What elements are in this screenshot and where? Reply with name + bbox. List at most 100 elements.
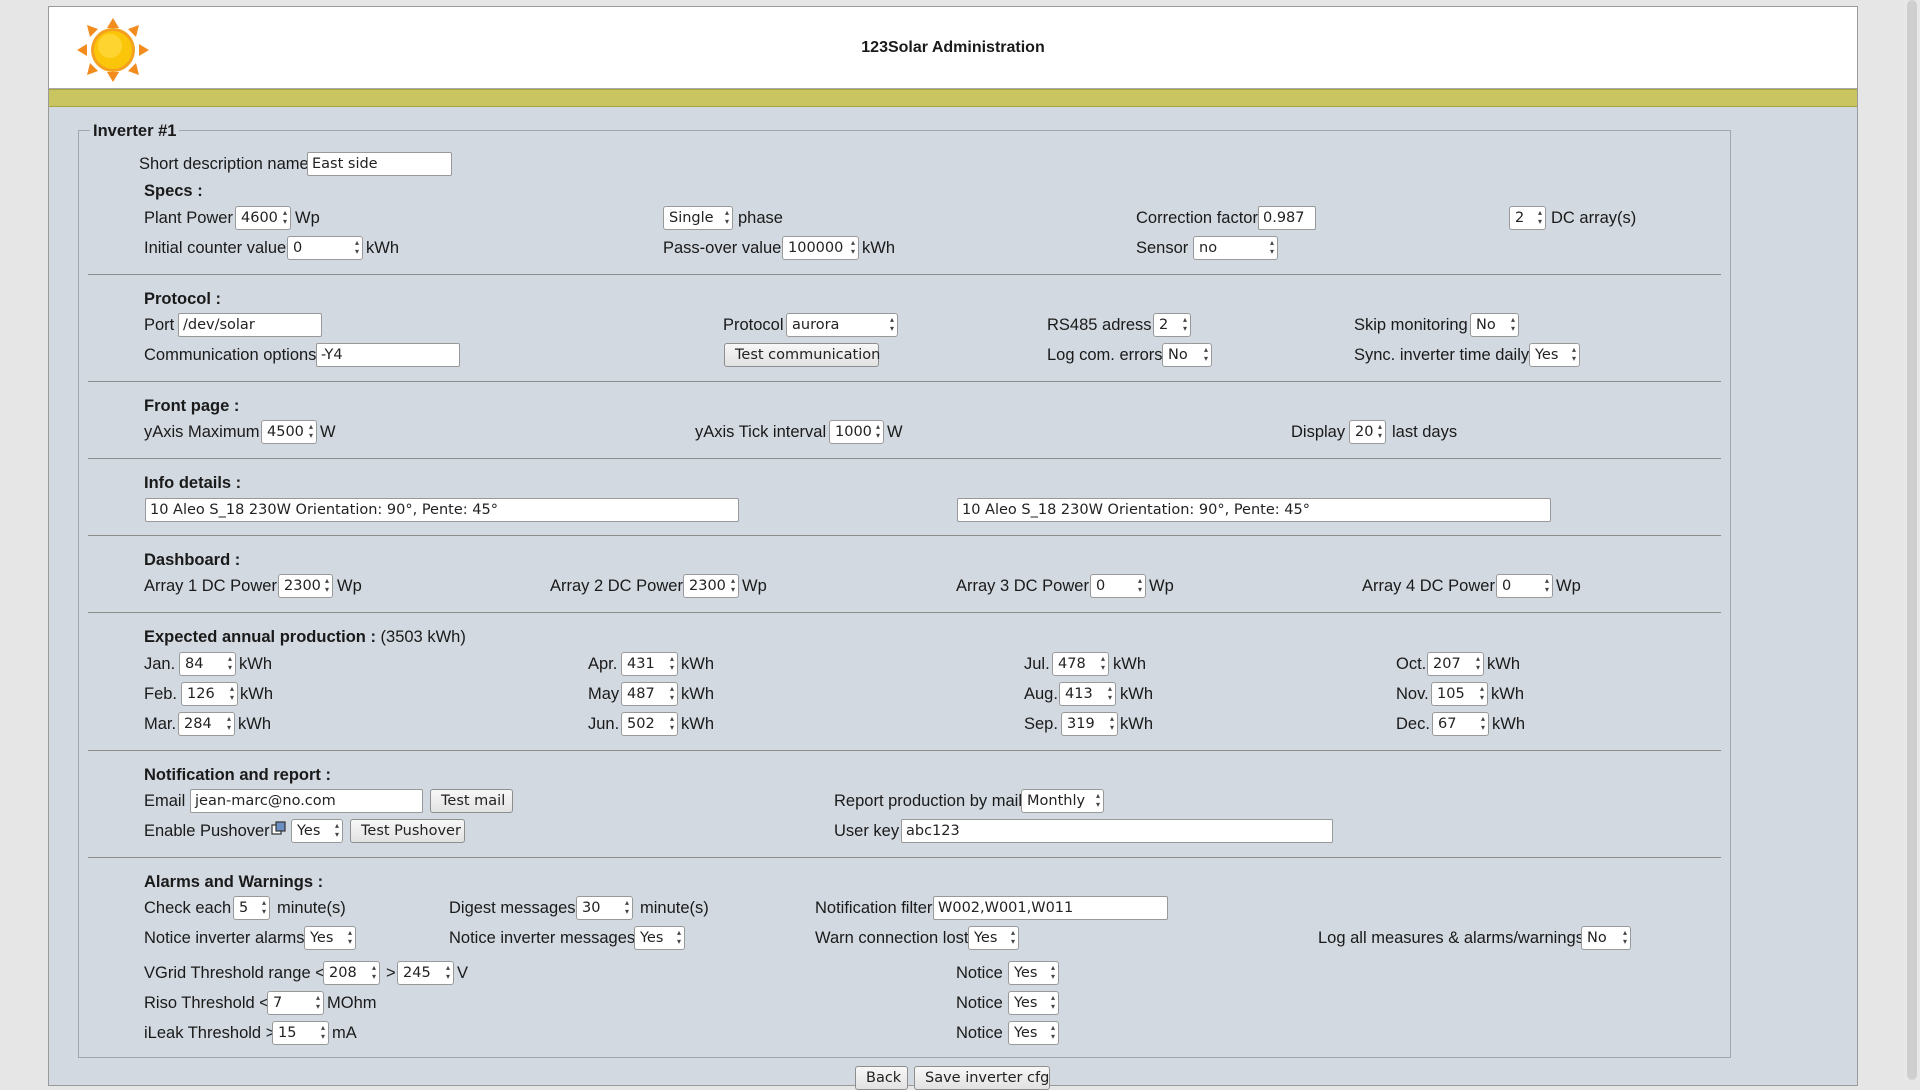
month-unit: kWh bbox=[1491, 685, 1524, 703]
phase-select[interactable]: Single bbox=[663, 206, 733, 230]
month-stepper-apr[interactable]: 431 bbox=[621, 652, 678, 676]
test-mail-button[interactable]: Test mail bbox=[430, 789, 513, 813]
sensor-select[interactable]: no bbox=[1193, 236, 1278, 260]
month-stepper-jul[interactable]: 478 bbox=[1052, 652, 1109, 676]
sync-time-label: Sync. inverter time daily bbox=[1354, 346, 1530, 364]
warn-lost-label: Warn connection lost bbox=[815, 929, 969, 947]
month-label-dec: Dec. bbox=[1396, 715, 1430, 733]
test-communication-button[interactable]: Test communication bbox=[724, 343, 880, 367]
info-left-input[interactable]: 10 Aleo S_18 230W Orientation: 90°, Pent… bbox=[145, 498, 739, 522]
array-1-stepper[interactable]: 2300 bbox=[278, 574, 333, 598]
month-label-apr: Apr. bbox=[588, 655, 618, 673]
yaxis-tick-stepper[interactable]: 1000 bbox=[829, 420, 884, 444]
divider bbox=[88, 857, 1721, 858]
month-unit: kWh bbox=[1120, 685, 1153, 703]
protocol-select[interactable]: aurora bbox=[786, 313, 898, 337]
notice-alarms-select[interactable]: Yes bbox=[304, 926, 356, 950]
yaxis-max-stepper[interactable]: 4500 bbox=[261, 420, 317, 444]
display-stepper[interactable]: 20 bbox=[1349, 420, 1386, 444]
month-unit: kWh bbox=[681, 655, 714, 673]
log-errors-label: Log com. errors bbox=[1047, 346, 1163, 364]
month-stepper-sep[interactable]: 319 bbox=[1061, 712, 1118, 736]
vgrid-high-stepper[interactable]: 245 bbox=[397, 961, 454, 985]
divider bbox=[88, 535, 1721, 536]
back-button[interactable]: Back bbox=[855, 1066, 908, 1090]
notice-riso-select[interactable]: Yes bbox=[1008, 991, 1059, 1015]
expected-total: (3503 kWh) bbox=[380, 628, 466, 646]
test-pushover-button[interactable]: Test Pushover bbox=[350, 819, 465, 843]
scrollbar-thumb[interactable] bbox=[1907, 0, 1917, 1080]
month-stepper-oct[interactable]: 207 bbox=[1427, 652, 1484, 676]
info-right-input[interactable]: 10 Aleo S_18 230W Orientation: 90°, Pent… bbox=[957, 498, 1551, 522]
month-stepper-jan[interactable]: 84 bbox=[179, 652, 236, 676]
month-stepper-jun[interactable]: 502 bbox=[621, 712, 678, 736]
comm-options-input[interactable]: -Y4 bbox=[316, 343, 460, 367]
dc-arrays-select[interactable]: 2 bbox=[1509, 206, 1546, 230]
correction-input[interactable]: 0.987 bbox=[1258, 206, 1316, 230]
month-label-jul: Jul. bbox=[1024, 655, 1050, 673]
month-unit: kWh bbox=[1487, 655, 1520, 673]
yaxis-tick-unit: W bbox=[887, 423, 903, 441]
vgrid-low-stepper[interactable]: 208 bbox=[323, 961, 380, 985]
check-each-stepper[interactable]: 5 bbox=[233, 896, 270, 920]
month-stepper-aug[interactable]: 413 bbox=[1059, 682, 1116, 706]
array-1-unit: Wp bbox=[337, 577, 362, 595]
display-label: Display bbox=[1291, 423, 1346, 441]
rs485-label: RS485 adress bbox=[1047, 316, 1152, 334]
passover-stepper[interactable]: 100000 bbox=[782, 236, 859, 260]
array-3-stepper[interactable]: 0 bbox=[1090, 574, 1146, 598]
month-stepper-dec[interactable]: 67 bbox=[1432, 712, 1489, 736]
yaxis-max-label: yAxis Maximum bbox=[144, 423, 260, 441]
report-select[interactable]: Monthly bbox=[1021, 789, 1104, 813]
notice-messages-select[interactable]: Yes bbox=[634, 926, 685, 950]
port-label: Port bbox=[144, 316, 175, 334]
user-key-input[interactable]: abc123 bbox=[901, 819, 1333, 843]
ileak-label: iLeak Threshold > bbox=[144, 1024, 276, 1042]
array-2-stepper[interactable]: 2300 bbox=[683, 574, 739, 598]
notice-messages-label: Notice inverter messages bbox=[449, 929, 636, 947]
plant-power-stepper[interactable]: 4600 bbox=[235, 206, 291, 230]
expected-heading: Expected annual production : bbox=[144, 628, 376, 646]
report-label: Report production by mail bbox=[834, 792, 1023, 810]
month-unit: kWh bbox=[239, 655, 272, 673]
log-errors-select[interactable]: No bbox=[1162, 343, 1212, 367]
array-2-label: Array 2 DC Power bbox=[550, 577, 683, 595]
riso-stepper[interactable]: 7 bbox=[267, 991, 324, 1015]
skip-select[interactable]: No bbox=[1470, 313, 1519, 337]
month-label-jun: Jun. bbox=[588, 715, 620, 733]
pushover-select[interactable]: Yes bbox=[291, 819, 343, 843]
save-inverter-cfg-button[interactable]: Save inverter cfg bbox=[914, 1066, 1050, 1090]
notice-riso-label: Notice bbox=[956, 994, 1003, 1012]
month-stepper-may[interactable]: 487 bbox=[621, 682, 678, 706]
dc-arrays-label: DC array(s) bbox=[1551, 209, 1637, 227]
warn-lost-select[interactable]: Yes bbox=[968, 926, 1019, 950]
expected-heading-row: Expected annual production : (3503 kWh) bbox=[144, 628, 466, 647]
email-input[interactable]: jean-marc@no.com bbox=[190, 789, 423, 813]
rs485-stepper[interactable]: 2 bbox=[1153, 313, 1191, 337]
notice-vgrid-select[interactable]: Yes bbox=[1008, 961, 1059, 985]
port-input[interactable]: /dev/solar bbox=[178, 313, 322, 337]
array-3-unit: Wp bbox=[1149, 577, 1174, 595]
scrollbar[interactable] bbox=[1904, 0, 1920, 1080]
notif-filter-input[interactable]: W002,W001,W011 bbox=[933, 896, 1168, 920]
vgrid-separator: > bbox=[386, 964, 396, 982]
short-desc-input[interactable]: East side bbox=[307, 152, 452, 176]
array-3-label: Array 3 DC Power bbox=[956, 577, 1089, 595]
month-stepper-feb[interactable]: 126 bbox=[181, 682, 238, 706]
log-all-select[interactable]: No bbox=[1581, 926, 1631, 950]
notice-ileak-select[interactable]: Yes bbox=[1008, 1021, 1059, 1045]
month-stepper-nov[interactable]: 105 bbox=[1431, 682, 1488, 706]
array-4-unit: Wp bbox=[1556, 577, 1581, 595]
sync-time-select[interactable]: Yes bbox=[1529, 343, 1580, 367]
external-link-icon[interactable] bbox=[271, 821, 286, 836]
array-4-stepper[interactable]: 0 bbox=[1496, 574, 1553, 598]
month-stepper-mar[interactable]: 284 bbox=[178, 712, 235, 736]
front-heading: Front page : bbox=[144, 397, 240, 415]
fieldset-legend: Inverter #1 bbox=[90, 122, 180, 141]
digest-stepper[interactable]: 30 bbox=[576, 896, 633, 920]
ileak-stepper[interactable]: 15 bbox=[272, 1021, 329, 1045]
month-label-mar: Mar. bbox=[144, 715, 177, 733]
initial-counter-stepper[interactable]: 0 bbox=[287, 236, 363, 260]
month-unit: kWh bbox=[1113, 655, 1146, 673]
divider bbox=[88, 612, 1721, 613]
